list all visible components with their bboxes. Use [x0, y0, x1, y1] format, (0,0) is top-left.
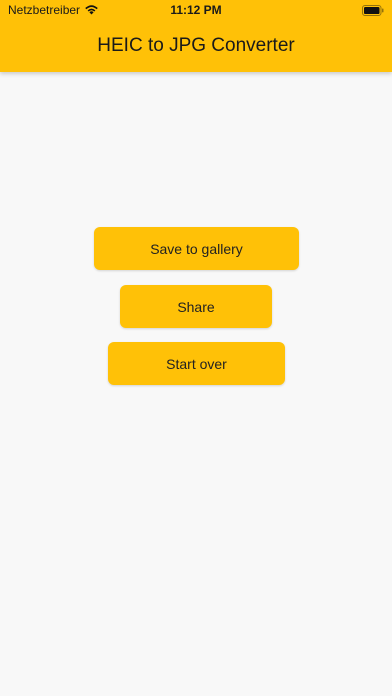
- save-to-gallery-label: Save to gallery: [150, 240, 243, 257]
- share-label: Share: [177, 298, 215, 315]
- status-bar: Netzbetreiber 11:12 PM: [0, 0, 392, 20]
- start-over-button[interactable]: Start over: [108, 342, 285, 385]
- app-header: Netzbetreiber 11:12 PM HEIC to JPG Conve…: [0, 0, 392, 72]
- status-time: 11:12 PM: [170, 3, 222, 17]
- battery-icon: [362, 5, 384, 16]
- save-to-gallery-button[interactable]: Save to gallery: [94, 227, 299, 270]
- start-over-label: Start over: [166, 355, 227, 372]
- share-button[interactable]: Share: [120, 285, 272, 328]
- page-title: HEIC to JPG Converter: [97, 35, 295, 56]
